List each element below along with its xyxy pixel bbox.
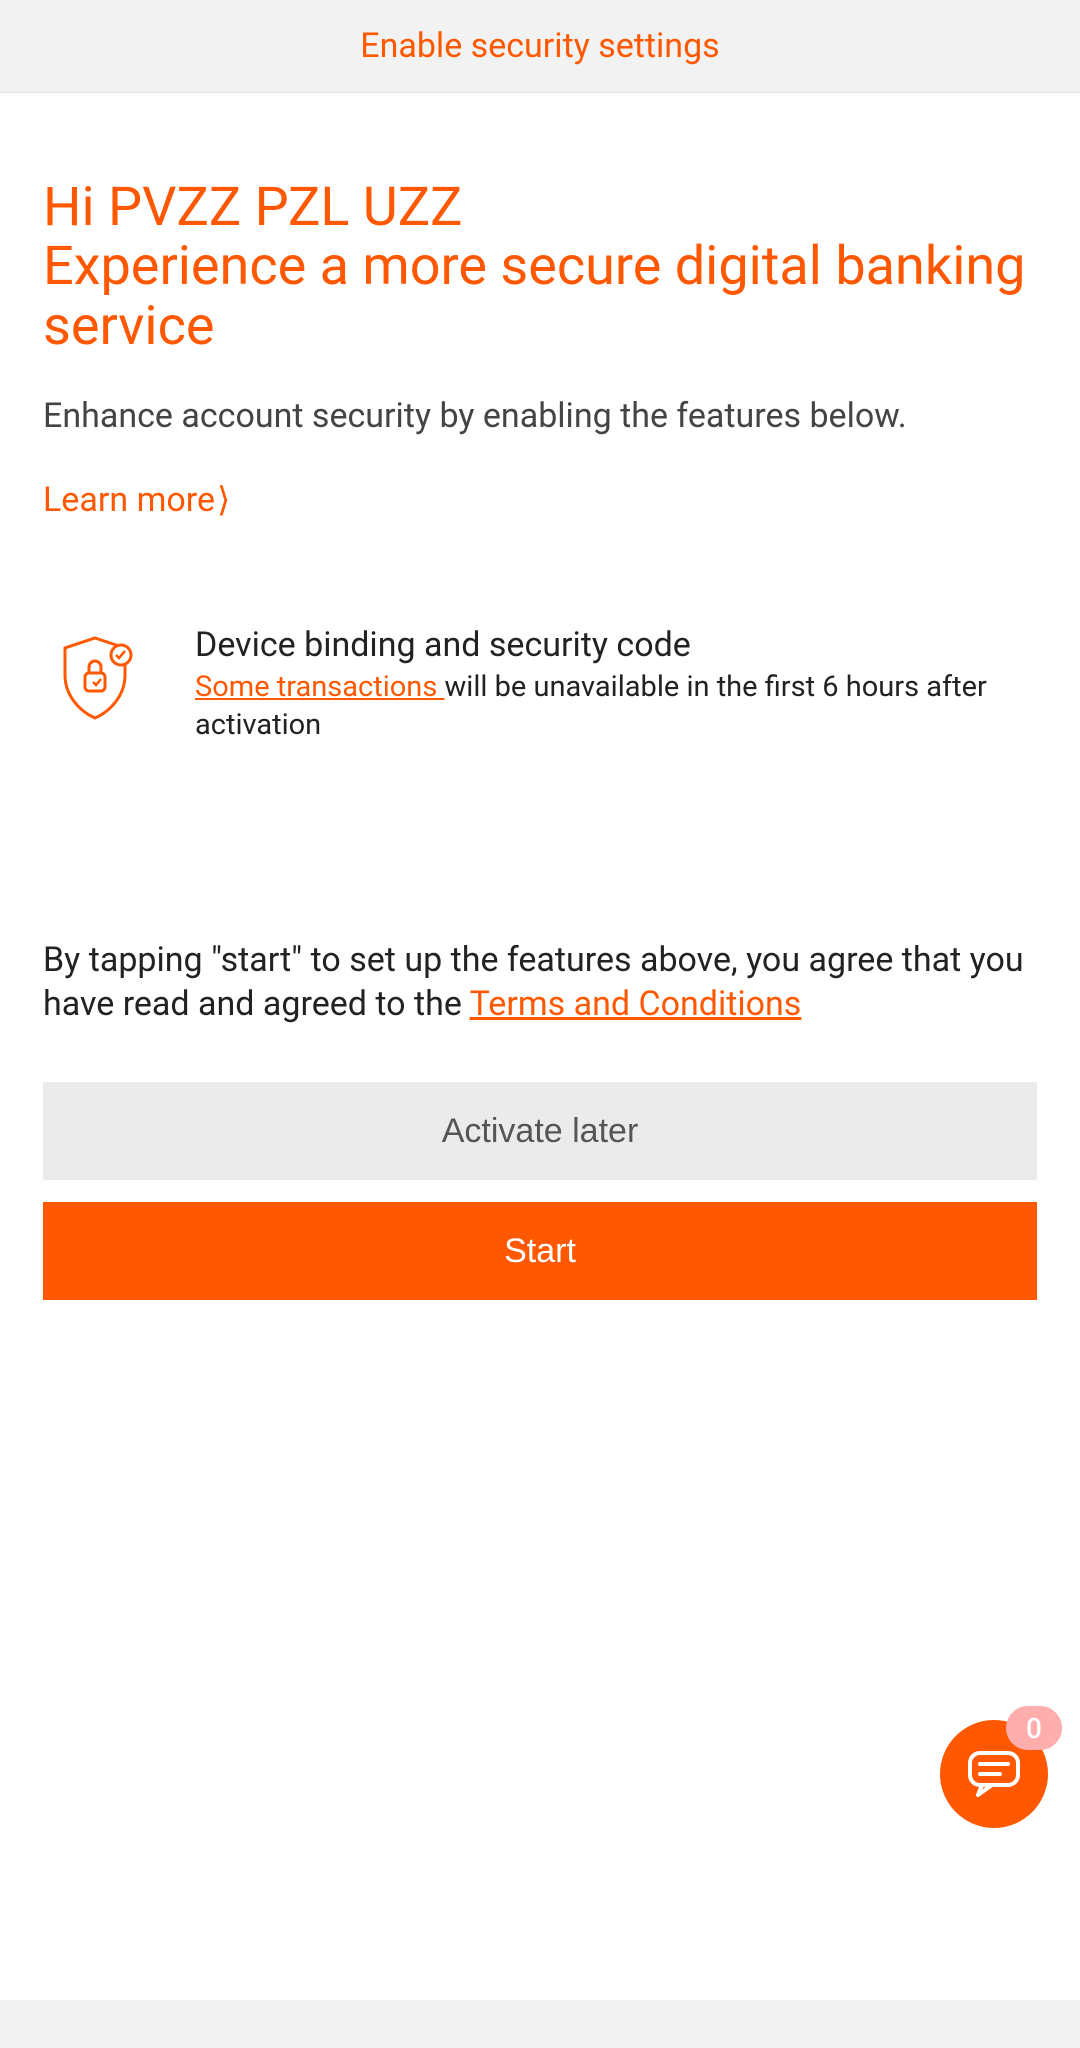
greeting-line2: Experience a more secure digital banking… bbox=[43, 235, 1026, 357]
chat-badge: 0 bbox=[1006, 1706, 1062, 1750]
subtitle-text: Enhance account security by enabling the… bbox=[43, 394, 1037, 438]
header-bar: Enable security settings bbox=[0, 0, 1080, 93]
footer-section: By tapping "start" to set up the feature… bbox=[43, 938, 1037, 1300]
greeting-heading: Hi PVZZ PZL UZZ Experience a more secure… bbox=[43, 178, 1037, 356]
learn-more-link[interactable]: Learn more⟩ bbox=[43, 480, 230, 520]
shield-lock-icon bbox=[55, 633, 135, 727]
feature-description: Some transactions will be unavailable in… bbox=[195, 669, 1037, 744]
some-transactions-link[interactable]: Some transactions bbox=[195, 670, 444, 704]
learn-more-label: Learn more bbox=[43, 480, 215, 520]
greeting-line1: Hi PVZZ PZL UZZ bbox=[43, 176, 463, 239]
feature-text-block: Device binding and security code Some tr… bbox=[195, 625, 1037, 744]
chat-icon bbox=[966, 1749, 1022, 1799]
terms-text: By tapping "start" to set up the feature… bbox=[43, 938, 1037, 1026]
page-title: Enable security settings bbox=[360, 26, 719, 66]
feature-title: Device binding and security code bbox=[195, 625, 1037, 665]
activate-later-button[interactable]: Activate later bbox=[43, 1082, 1037, 1180]
main-content: Hi PVZZ PZL UZZ Experience a more secure… bbox=[0, 93, 1080, 745]
chat-button[interactable]: 0 bbox=[940, 1720, 1048, 1828]
feature-device-binding: Device binding and security code Some tr… bbox=[43, 625, 1037, 744]
terms-and-conditions-link[interactable]: Terms and Conditions bbox=[470, 984, 802, 1024]
start-button[interactable]: Start bbox=[43, 1202, 1037, 1300]
bottom-nav-placeholder bbox=[0, 2000, 1080, 2048]
chevron-right-icon: ⟩ bbox=[217, 480, 230, 520]
